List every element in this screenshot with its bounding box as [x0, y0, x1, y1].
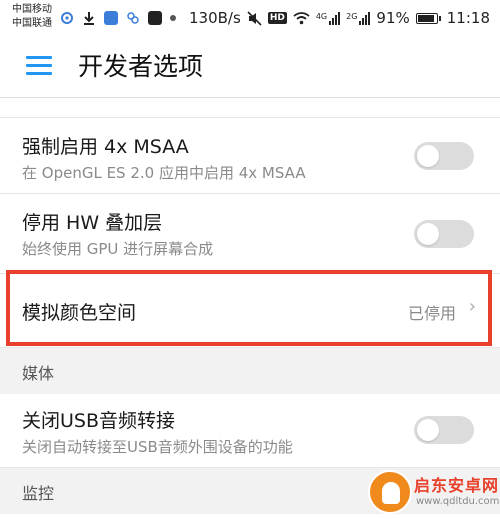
section-header-media: 媒体	[0, 348, 500, 394]
setting-force-msaa[interactable]: 强制启用 4x MSAA 在 OpenGL ES 2.0 应用中启用 4x MS…	[0, 118, 500, 194]
watermark-url: www.qdltdu.com	[416, 496, 500, 507]
mute-icon	[247, 10, 262, 26]
force-msaa-toggle[interactable]	[414, 142, 474, 170]
setting-title: 模拟颜色空间	[22, 302, 137, 324]
carrier-labels: 中国移动 中国联通	[12, 3, 52, 31]
settings-list: 强制启用 4x MSAA 在 OpenGL ES 2.0 应用中启用 4x MS…	[0, 98, 500, 514]
carrier-1: 中国移动	[12, 4, 52, 15]
status-bar: 中国移动 中国联通 130B/s HD 4G 2G 91% 11:18	[0, 0, 500, 36]
clock: 11:18	[446, 9, 490, 27]
section-label: 监控	[22, 484, 55, 503]
setting-title: 强制启用 4x MSAA	[22, 136, 189, 158]
heart-app-icon	[104, 11, 118, 25]
watermark: 启东安卓网 www.qdltdu.com	[366, 466, 500, 519]
carrier-2: 中国联通	[12, 18, 52, 29]
setting-subtitle: 在 OpenGL ES 2.0 应用中启用 4x MSAA	[22, 164, 306, 182]
gear-notification-icon	[61, 12, 73, 24]
more-dot-icon	[170, 15, 176, 21]
setting-subtitle: 关闭自动转接至USB音频外围设备的功能	[22, 438, 293, 456]
watermark-text: 启东安卓网	[414, 476, 500, 495]
battery-icon	[415, 12, 441, 24]
signal-4g-icon: 4G	[316, 11, 341, 25]
watermark-logo-icon	[368, 470, 412, 514]
battery-percent: 91%	[376, 9, 410, 27]
download-icon	[84, 12, 94, 25]
wifi-icon	[293, 12, 310, 25]
signal-2g-icon: 2G	[346, 11, 371, 25]
hd-badge: HD	[267, 12, 287, 24]
list-top-spacer	[0, 98, 500, 118]
status-right: 130B/s HD 4G 2G 91% 11:18	[189, 8, 490, 28]
usb-audio-toggle[interactable]	[414, 416, 474, 444]
flower-app-icon	[127, 12, 139, 24]
menu-icon[interactable]	[26, 56, 52, 78]
setting-title: 停用 HW 叠加层	[22, 212, 163, 234]
section-label: 媒体	[22, 364, 55, 383]
notification-icons	[60, 10, 176, 26]
setting-disable-usb-audio[interactable]: 关闭USB音频转接 关闭自动转接至USB音频外围设备的功能	[0, 394, 500, 468]
screen: 中国移动 中国联通 130B/s HD 4G 2G 91% 11:18 开发者选…	[0, 0, 500, 519]
setting-disable-hw-overlay[interactable]: 停用 HW 叠加层 始终使用 GPU 进行屏幕合成	[0, 194, 500, 274]
chevron-right-icon: ›	[468, 296, 476, 317]
setting-simulate-color-space[interactable]: 模拟颜色空间 已停用 ›	[0, 274, 500, 348]
setting-value: 已停用	[407, 304, 456, 323]
app-bar: 开发者选项	[0, 36, 500, 98]
setting-title: 关闭USB音频转接	[22, 410, 176, 432]
network-speed: 130B/s	[189, 9, 241, 27]
page-title: 开发者选项	[78, 52, 204, 81]
calendar-icon	[148, 11, 162, 25]
hw-overlay-toggle[interactable]	[414, 220, 474, 248]
setting-subtitle: 始终使用 GPU 进行屏幕合成	[22, 240, 214, 258]
